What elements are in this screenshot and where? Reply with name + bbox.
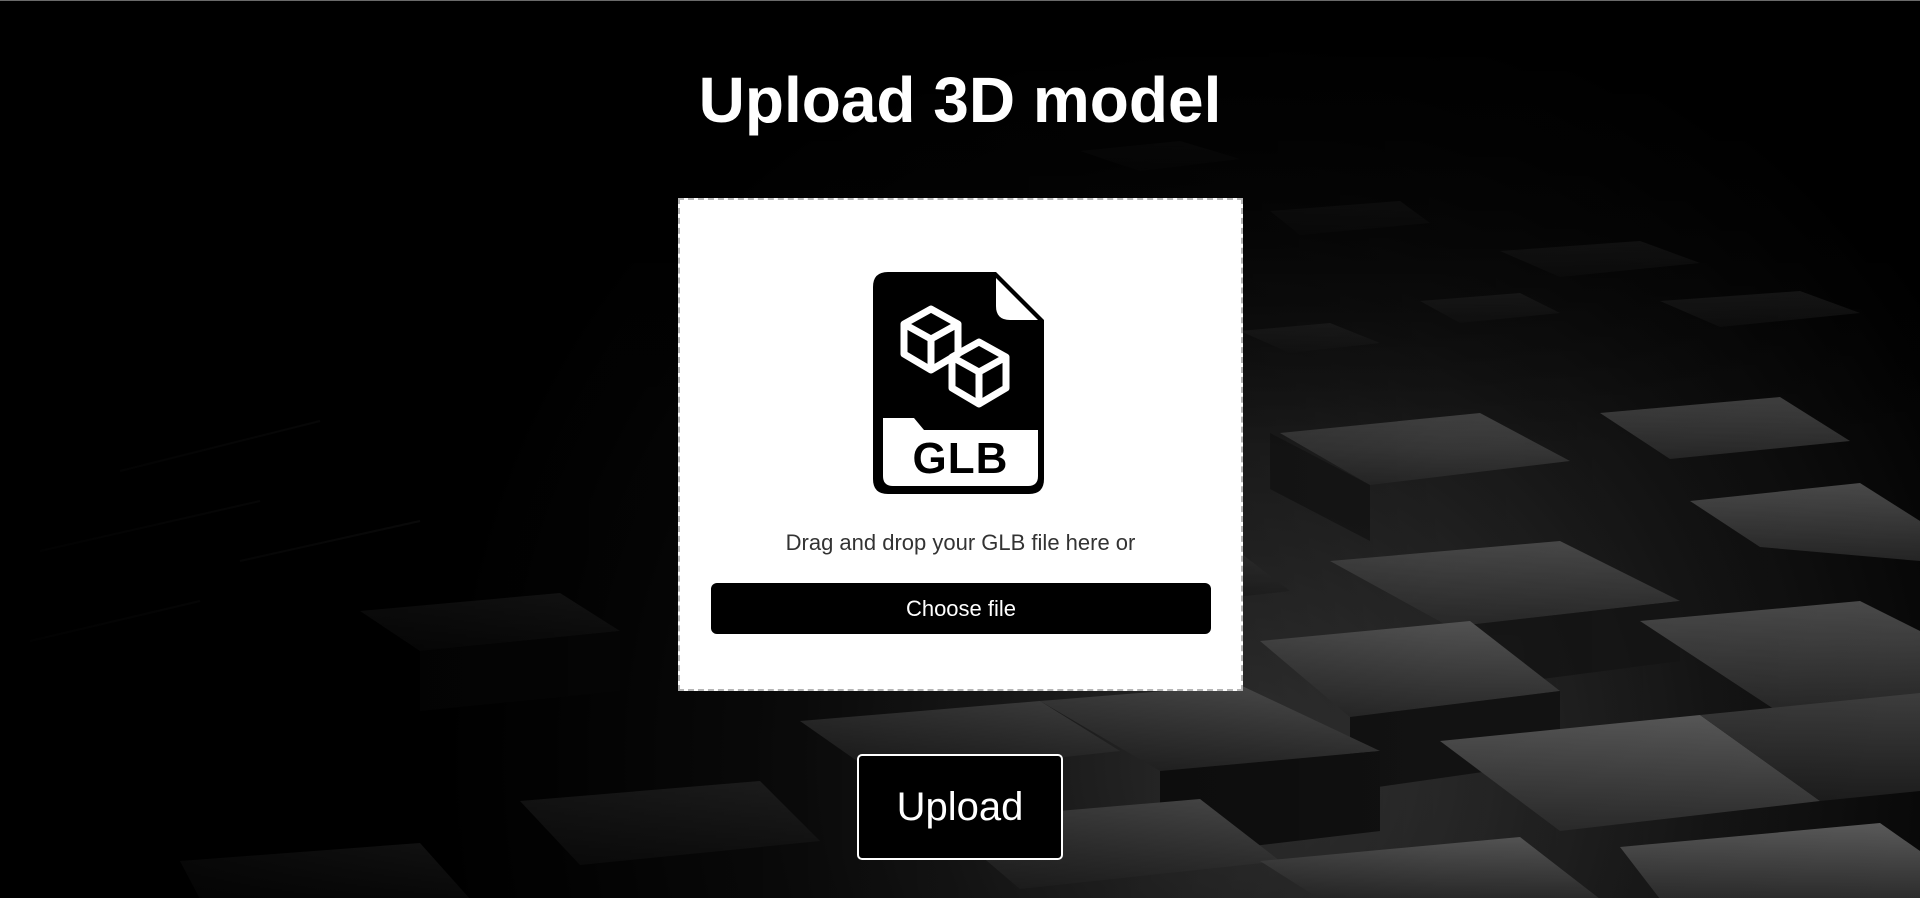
glb-label: GLB [912,434,1009,483]
upload-button[interactable]: Upload [857,754,1063,860]
page-title: Upload 3D model [698,64,1222,136]
glb-file-icon: GLB [836,254,1086,504]
drop-zone[interactable]: GLB Drag and drop your GLB file here or … [678,198,1243,691]
choose-file-button[interactable]: Choose file [711,583,1211,634]
drop-instruction: Drag and drop your GLB file here or [785,530,1136,555]
